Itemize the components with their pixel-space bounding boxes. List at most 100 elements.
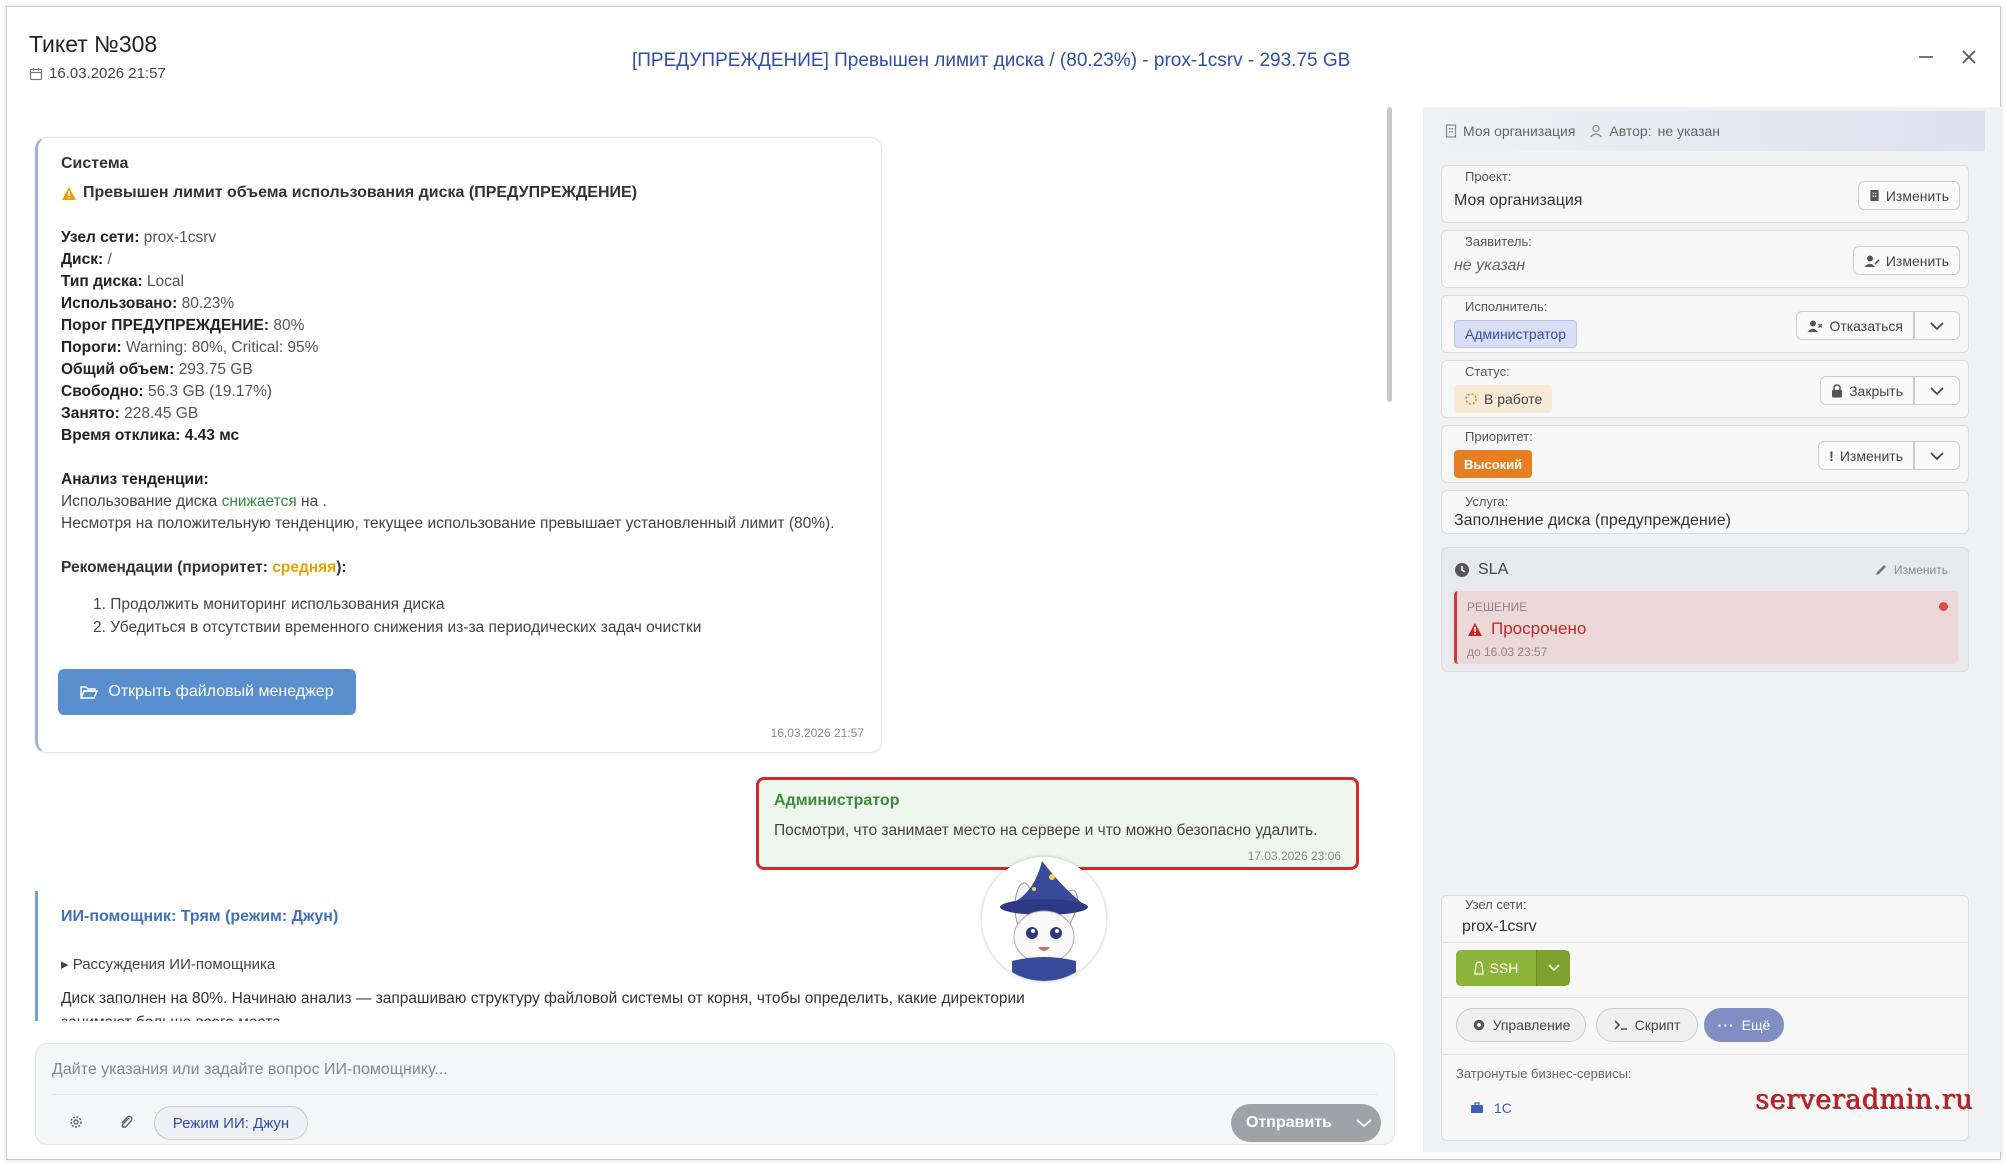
sla-state: Просрочено: [1467, 619, 1586, 639]
assignee-dropdown[interactable]: [1914, 311, 1960, 340]
recommendations-title: Рекомендации (приоритет: средняя):: [61, 559, 347, 577]
sidebar-meta: Моя организация Автор: не указан: [1439, 111, 1985, 151]
close-ticket-button[interactable]: Закрыть: [1820, 376, 1914, 405]
folder-open-icon: [80, 685, 99, 699]
node-divider: [1442, 997, 1968, 998]
field-value: 80%: [273, 317, 305, 334]
refuse-button[interactable]: Отказаться: [1796, 311, 1914, 340]
composer-input[interactable]: Дайте указания или задайте вопрос ИИ-пом…: [52, 1061, 448, 1079]
priority-dropdown[interactable]: [1914, 441, 1960, 470]
sla-change-label: Изменить: [1893, 563, 1948, 577]
recommendation-item: 1. Продолжить мониторинг использования д…: [93, 596, 445, 613]
more-button[interactable]: ··· Ещё: [1704, 1008, 1784, 1042]
priority-chip: Высокий: [1454, 450, 1533, 478]
attach-button[interactable]: [114, 1110, 138, 1134]
change-label: Изменить: [1839, 447, 1903, 464]
node-divider: [1442, 1054, 1968, 1055]
ticket-window: Тикет №308 16.03.2026 21:57 [ПРЕДУПРЕЖДЕ…: [6, 6, 2001, 1160]
service-value: Заполнение диска (предупреждение): [1454, 512, 1731, 529]
field-value: Warning: 80%, Critical: 95%: [126, 339, 319, 356]
status-chip: В работе: [1454, 385, 1553, 413]
field-key: Узел сети:: [61, 229, 140, 246]
field-key: Общий объем:: [61, 361, 175, 378]
ai-composer: Дайте указания или задайте вопрос ИИ-пом…: [35, 1043, 1395, 1145]
field-value: 56.3 GB (19.17%): [147, 383, 273, 400]
field-key: Пороги:: [61, 339, 122, 356]
message-author: Администратор: [774, 792, 900, 809]
spinner-icon: [1465, 393, 1477, 405]
field-row: Диск: /: [61, 251, 112, 269]
node-value: prox-1csrv: [1462, 918, 1537, 935]
assignee-label: Исполнитель:: [1465, 299, 1548, 314]
rec-priority: средняя: [272, 559, 337, 576]
script-label: Скрипт: [1634, 1017, 1681, 1033]
gear-icon: [70, 1116, 82, 1128]
field-value: 228.45 GB: [124, 405, 199, 422]
change-requester-button[interactable]: Изменить: [1852, 246, 1960, 275]
field-value: prox-1csrv: [143, 229, 217, 246]
ssh-button[interactable]: SSH: [1456, 950, 1536, 986]
linux-icon: [1473, 961, 1484, 975]
send-button[interactable]: Отправить: [1231, 1104, 1381, 1142]
settings-button[interactable]: [64, 1110, 88, 1134]
building-icon: [1445, 124, 1457, 138]
script-button[interactable]: Скрипт: [1596, 1008, 1698, 1042]
chevron-down-icon: [1547, 964, 1560, 972]
ai-message: ИИ-помощник: Трям (режим: Джун) ▸ Рассуж…: [35, 891, 1095, 1021]
message-heading: Превышен лимит объема использования диск…: [61, 184, 637, 202]
change-project-button[interactable]: Изменить: [1857, 181, 1960, 210]
admin-message: Администратор Посмотри, что занимает мес…: [756, 777, 1359, 870]
chat-scrollbar[interactable]: [1387, 107, 1392, 402]
open-file-manager-button[interactable]: Открыть файловый менеджер: [58, 669, 356, 715]
priority-field: Приоритет: Высокий ! Изменить: [1441, 425, 1969, 483]
business-service-item[interactable]: 1С: [1470, 1100, 1512, 1116]
analysis-line: Использование диска снижается на .: [61, 493, 327, 511]
analysis-trend: снижается: [221, 493, 297, 510]
minimize-icon: [1919, 56, 1933, 58]
chevron-down-icon[interactable]: [1347, 1115, 1381, 1131]
sla-resolution-card: РЕШЕНИЕ Просрочено до 16.03 23:57: [1454, 591, 1958, 664]
field-key: Тип диска:: [61, 273, 143, 290]
requester-value: не указан: [1454, 257, 1526, 274]
message-time: 17.03.2026 23:06: [1247, 849, 1341, 863]
project-value: Моя организация: [1454, 192, 1583, 209]
field-row: Узел сети: prox-1csrv: [61, 229, 216, 247]
close-label: Закрыть: [1849, 382, 1903, 399]
field-row: Тип диска: Local: [61, 273, 184, 291]
ssh-dropdown[interactable]: [1536, 950, 1570, 986]
business-services-label: Затронутые бизнес-сервисы:: [1456, 1066, 1632, 1081]
analysis-title-text: Анализ тенденции:: [61, 471, 209, 488]
close-button[interactable]: [1956, 44, 1982, 70]
ai-mode-button[interactable]: Режим ИИ: Джун: [154, 1106, 308, 1140]
ai-reasoning-toggle[interactable]: ▸ Рассуждения ИИ-помощника: [61, 955, 275, 973]
assignee-chip: Администратор: [1454, 320, 1578, 348]
field-row: Порог ПРЕДУПРЕЖДЕНИЕ: 80%: [61, 317, 304, 335]
author-value: не указан: [1657, 123, 1721, 139]
more-label: Ещё: [1741, 1017, 1771, 1033]
field-row: Пороги: Warning: 80%, Critical: 95%: [61, 339, 318, 357]
sla-deadline: до 16.03 23:57: [1467, 645, 1548, 659]
status-value: В работе: [1484, 391, 1543, 407]
system-message: Система Превышен лимит объема использова…: [35, 137, 882, 753]
analysis-pre: Использование диска: [61, 493, 218, 510]
chevron-down-icon: [1930, 386, 1944, 395]
ai-assistant-avatar: [982, 857, 1106, 981]
sla-status-dot: [1939, 602, 1948, 611]
field-row: Общий объем: 293.75 GB: [61, 361, 253, 379]
change-priority-button[interactable]: ! Изменить: [1818, 441, 1914, 470]
sla-change-button[interactable]: Изменить: [1874, 563, 1948, 577]
minimize-button[interactable]: [1913, 44, 1939, 70]
message-author: ИИ-помощник: Трям (режим: Джун): [61, 908, 339, 925]
field-key: Использовано:: [61, 295, 178, 312]
author-label: Автор:: [1609, 123, 1652, 139]
field-row: Занято: 228.45 GB: [61, 405, 198, 423]
sla-kind: РЕШЕНИЕ: [1467, 600, 1528, 614]
watermark: serveradmin.ru: [1755, 1084, 1973, 1115]
lock-icon: [1832, 383, 1843, 397]
status-dropdown[interactable]: [1914, 376, 1960, 405]
change-label: Изменить: [1885, 252, 1949, 269]
manage-button[interactable]: Управление: [1456, 1008, 1586, 1042]
terminal-icon: [1614, 1020, 1627, 1030]
sla-panel: SLA Изменить РЕШЕНИЕ Просрочено до 16.03…: [1441, 547, 1969, 672]
field-key: Занято:: [61, 405, 120, 422]
